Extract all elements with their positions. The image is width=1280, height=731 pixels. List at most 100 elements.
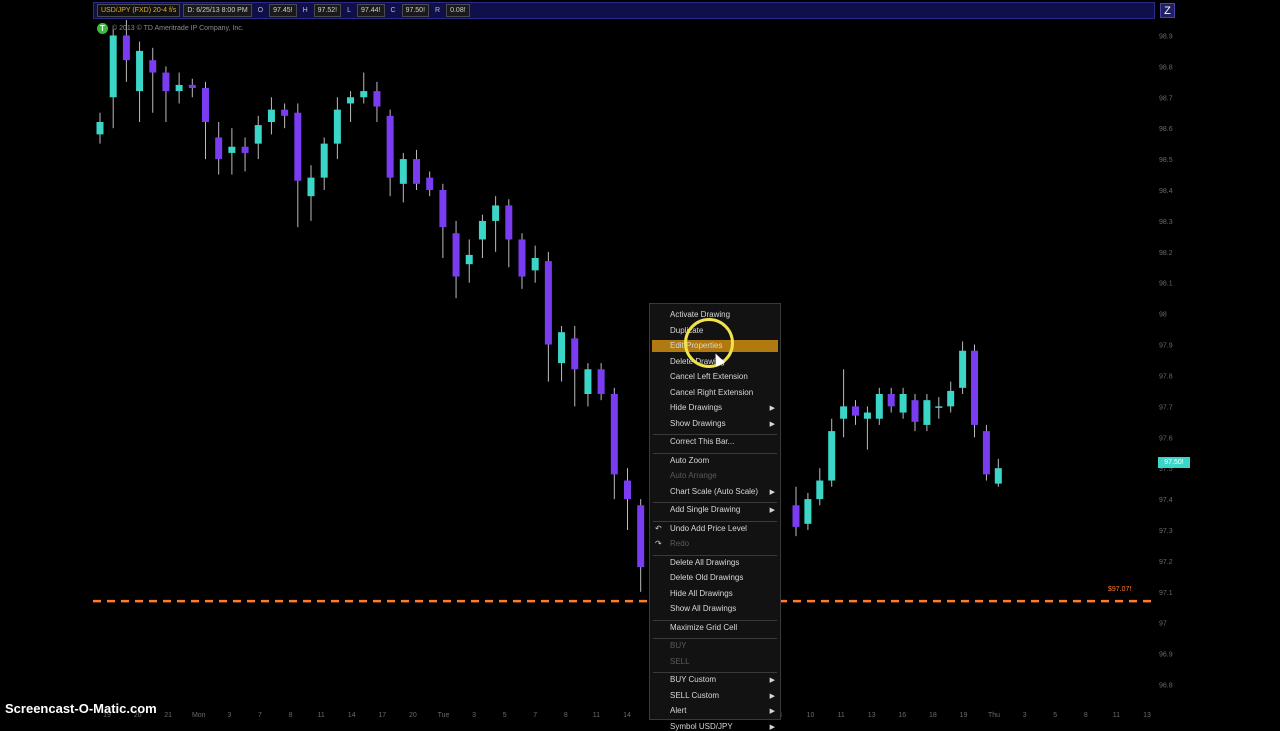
candle-up: [228, 146, 236, 153]
menu-item-hide-all-drawings[interactable]: Hide All Drawings: [670, 589, 733, 598]
time-axis-label: 14: [623, 712, 631, 719]
candle-down: [911, 400, 919, 422]
candle-down: [373, 91, 381, 107]
time-axis-label: 7: [533, 712, 537, 719]
menu-item-show-all-drawings[interactable]: Show All Drawings: [670, 604, 736, 613]
price-axis-label: 98.6: [1159, 126, 1173, 133]
candlestick-chart[interactable]: 98.9 98.8 98.7 98.6 98.5 98.4 98.3 98.2 98.1 98 97…: [93, 20, 1190, 720]
price-axis-label: 97.1: [1159, 590, 1173, 597]
menu-item-cancel-left-extension[interactable]: Cancel Left Extension: [670, 372, 748, 381]
candle-up: [136, 50, 144, 92]
menu-item-alert[interactable]: Alert: [670, 706, 686, 715]
time-axis-label: 3: [1023, 712, 1027, 719]
candle-down: [149, 60, 157, 73]
menu-item-maximize-grid-cell[interactable]: Maximize Grid Cell: [670, 623, 737, 632]
candle-up: [96, 122, 104, 135]
submenu-arrow-icon: ▶: [769, 507, 775, 514]
left-border: [0, 0, 93, 720]
open-value: 97.45!: [269, 4, 297, 17]
candle-down: [188, 84, 196, 88]
candle-down: [610, 394, 618, 475]
time-axis-label: 20: [409, 712, 417, 719]
candle-up: [558, 332, 566, 364]
price-axis-label: 98.3: [1159, 219, 1173, 226]
menu-item-auto-arrange: Auto Arrange: [670, 471, 717, 480]
time-axis-label: 8: [289, 712, 293, 719]
time-axis-label: 14: [348, 712, 356, 719]
candle-up: [947, 390, 955, 407]
time-axis-label: 11: [837, 712, 844, 719]
menu-item-sell-custom[interactable]: SELL Custom: [670, 691, 719, 700]
candle-up: [254, 125, 262, 144]
high-value: 97.52!: [313, 4, 342, 17]
price-axis-label: 98.8: [1159, 64, 1173, 71]
menu-item-add-single-drawing[interactable]: Add Single Drawing: [670, 505, 740, 514]
candle-up: [267, 109, 275, 122]
price-axis-label: 97.2: [1159, 559, 1173, 566]
submenu-arrow-icon: ▶: [769, 692, 775, 700]
time-axis-label: Mon: [192, 712, 206, 719]
menu-item-show-drawings[interactable]: Show Drawings: [670, 419, 726, 428]
price-axis-label: 98.4: [1159, 188, 1173, 195]
candle-up: [333, 109, 341, 144]
menu-separator: [653, 452, 777, 454]
menu-item-hide-drawings[interactable]: Hide Drawings: [670, 403, 722, 412]
low-label: L: [347, 7, 352, 14]
candle-down: [982, 431, 990, 475]
candle-up: [307, 177, 315, 197]
candle-down: [452, 233, 460, 277]
menu-item-delete-old-drawings[interactable]: Delete Old Drawings: [670, 573, 743, 582]
time-axis-label: 10: [807, 712, 815, 719]
zoom-button[interactable]: Z: [1160, 3, 1175, 18]
price-axis-label: 97.9: [1159, 343, 1173, 350]
menu-item-buy-custom[interactable]: BUY Custom: [670, 675, 716, 684]
close-label: C: [390, 7, 396, 14]
time-axis-label: Tue: [438, 712, 450, 719]
candle-up: [320, 143, 328, 178]
symbol-label[interactable]: USD/JPY (FXD) 20-4 f/s: [97, 4, 181, 17]
time-axis-label: 21: [164, 712, 172, 719]
menu-item-delete-all-drawings[interactable]: Delete All Drawings: [670, 558, 739, 567]
price-axis-label: 97.8: [1159, 373, 1173, 380]
candle-down: [852, 406, 859, 416]
candle-up: [875, 394, 883, 419]
menu-separator: [653, 502, 777, 503]
menu-item-correct-this-bar[interactable]: Correct This Bar...: [670, 437, 734, 446]
time-axis-label: 11: [1113, 712, 1120, 719]
submenu-arrow-icon: ▶: [769, 488, 775, 496]
menu-item-undo-add-price-level[interactable]: Undo Add Price Level: [670, 524, 747, 533]
time-axis-label: 16: [898, 712, 906, 719]
candle-down: [637, 505, 645, 568]
time-axis-label: 18: [929, 712, 937, 719]
candle-up: [347, 97, 355, 104]
menu-separator: [653, 554, 777, 556]
candle-down: [971, 350, 978, 425]
candle-up: [863, 412, 871, 419]
price-axis-label: 98.2: [1159, 250, 1173, 257]
candle-up: [994, 468, 1002, 484]
candle-down: [439, 190, 447, 228]
menu-item-symbol-usd-jpy[interactable]: Symbol USD/JPY: [670, 722, 733, 731]
candle-down: [792, 505, 800, 527]
candle-down: [518, 239, 526, 277]
low-value: 97.44!: [357, 4, 385, 17]
candle-up: [923, 400, 931, 425]
menu-separator: [653, 520, 777, 522]
time-axis-label: 8: [1084, 712, 1088, 719]
time-axis-label: 17: [378, 712, 386, 719]
menu-item-cancel-right-extension[interactable]: Cancel Right Extension: [670, 388, 753, 397]
candle-up: [959, 350, 967, 388]
right-border: [1190, 0, 1280, 720]
candle-up: [492, 205, 500, 221]
time-axis-label: 13: [868, 712, 876, 719]
menu-item-auto-zoom[interactable]: Auto Zoom: [670, 456, 709, 465]
submenu-arrow-icon: ▶: [769, 420, 775, 428]
time-axis-label: Thu: [988, 712, 1000, 719]
menu-item-chart-scale-auto-scale[interactable]: Chart Scale (Auto Scale): [670, 487, 758, 496]
price-axis-label: 98: [1159, 312, 1167, 319]
price-axis-label: 97: [1159, 621, 1167, 628]
candle-down: [571, 338, 579, 370]
price-axis-label: 97.6: [1159, 435, 1173, 442]
submenu-arrow-icon: ▶: [769, 723, 775, 731]
menu-item-activate-drawing[interactable]: Activate Drawing: [670, 310, 730, 319]
